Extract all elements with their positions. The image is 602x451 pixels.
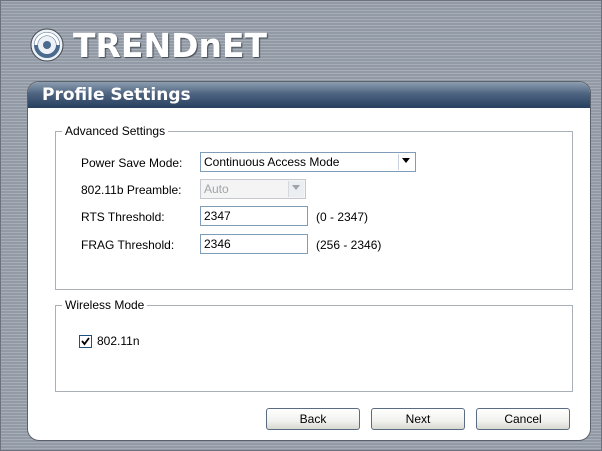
cancel-button[interactable]: Cancel: [476, 408, 570, 430]
frag-threshold-label: FRAG Threshold:: [81, 238, 175, 252]
wizard-window: TRENDnET Profile Settings Advanced Setti…: [0, 0, 602, 451]
preamble-select[interactable]: Auto: [200, 179, 306, 199]
chevron-down-icon[interactable]: [288, 181, 304, 197]
wireless-80211n-checkbox[interactable]: [79, 335, 92, 348]
power-save-value: Continuous Access Mode: [204, 155, 340, 169]
next-button[interactable]: Next: [371, 408, 465, 430]
wireless-80211n-label[interactable]: 802.11n: [97, 334, 140, 348]
rts-threshold-range: (0 - 2347): [316, 210, 369, 224]
rts-threshold-input[interactable]: [200, 206, 308, 226]
power-save-label: Power Save Mode:: [81, 156, 183, 170]
back-button[interactable]: Back: [266, 408, 360, 430]
preamble-label: 802.11b Preamble:: [81, 183, 182, 197]
preamble-value: Auto: [204, 182, 229, 196]
frag-threshold-range: (256 - 2346): [316, 238, 382, 252]
brand-logo: TRENDnET: [29, 25, 267, 65]
trendnet-swirl-logo: [30, 28, 64, 62]
chevron-down-icon[interactable]: [398, 154, 414, 170]
frag-threshold-input[interactable]: [200, 234, 308, 254]
panel-title: Profile Settings: [42, 85, 191, 105]
panel-titlebar: Profile Settings: [28, 82, 590, 108]
wireless-mode-legend: Wireless Mode: [65, 298, 145, 312]
advanced-settings-legend: Advanced Settings: [65, 124, 166, 138]
advanced-settings-group: Advanced Settings: [55, 124, 573, 290]
brand-name: TRENDnET: [73, 25, 268, 65]
power-save-select[interactable]: Continuous Access Mode: [200, 152, 416, 172]
rts-threshold-label: RTS Threshold:: [81, 210, 165, 224]
profile-settings-panel: Profile Settings Advanced Settings Power…: [27, 81, 591, 441]
checkmark-icon: [81, 337, 90, 346]
